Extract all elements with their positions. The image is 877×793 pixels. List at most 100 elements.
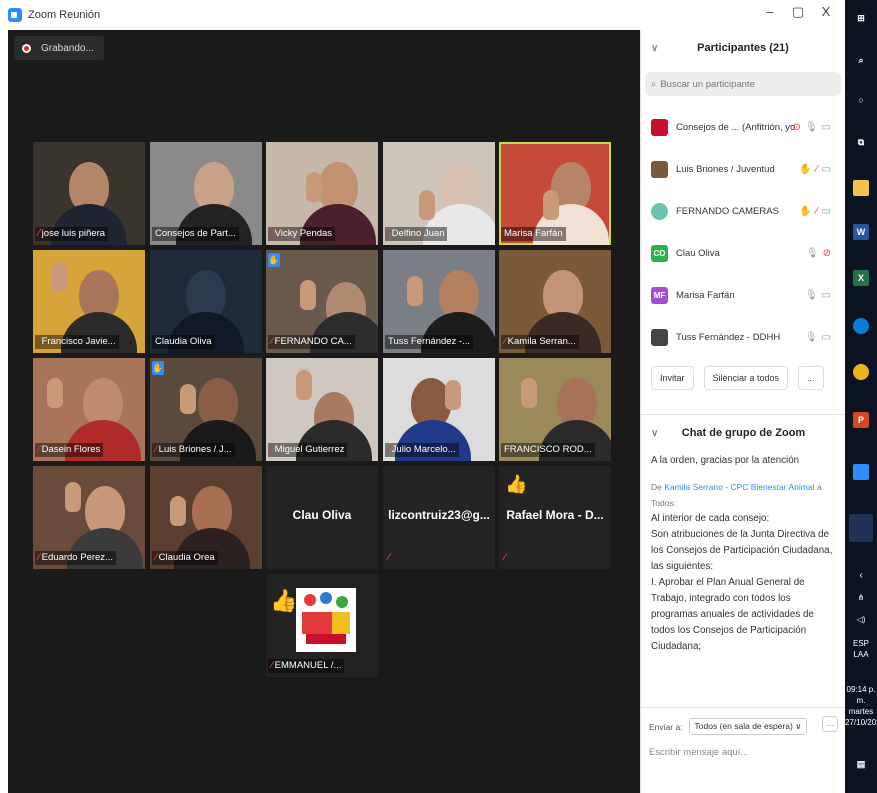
search-icon[interactable]: ⌕ <box>853 52 869 68</box>
mic-muted-icon: ⁄ <box>155 444 157 455</box>
mic-muted-icon[interactable]: ⁄ <box>816 206 818 217</box>
video-icon[interactable]: ▭ <box>822 290 831 301</box>
send-to-label: Enviar a: <box>649 721 683 732</box>
chevron-down-icon[interactable]: ∨ <box>651 43 658 54</box>
video-tile[interactable]: ⁄ Delfino Juan <box>383 142 495 245</box>
video-tile-active-speaker[interactable]: Marisa Farfán <box>499 142 611 245</box>
mic-muted-icon: ⁄ <box>271 444 273 455</box>
participants-panel: ∨ Participantes (21) ⌕ Buscar un partici… <box>640 30 846 793</box>
participants-title: Participantes (21) <box>697 42 789 54</box>
video-tile[interactable]: ⁄ Julio Marcelo... <box>383 358 495 461</box>
participant-list: Consejos de ... (Anfitrión, yo) ⊙ 🎙︎ ▭ Lui… <box>641 106 845 358</box>
chat-message: Al interior de cada consejo: Son atribuc… <box>651 513 833 652</box>
zoom-active-icon[interactable] <box>849 514 873 542</box>
invite-button[interactable]: Invitar <box>651 366 694 390</box>
more-icon[interactable]: … <box>822 716 838 732</box>
video-tile[interactable]: ⁄ Miguel Gutierrez <box>266 358 378 461</box>
mic-muted-icon[interactable]: ⁄ <box>816 164 818 175</box>
task-view-icon[interactable]: ⧉ <box>853 134 869 150</box>
thumbs-up-icon: 👍 <box>505 474 528 494</box>
participant-row[interactable]: Tuss Fernández - DDHH 🎙︎ ▭ <box>641 316 845 358</box>
excel-icon[interactable]: X <box>853 270 869 286</box>
raised-hand-icon: ✋ <box>799 205 812 217</box>
mic-icon[interactable]: 🎙︎ <box>805 332 818 343</box>
video-off-icon[interactable]: ⊘ <box>823 248 831 259</box>
volume-icon[interactable]: ◁) <box>845 614 877 625</box>
mic-icon[interactable]: 🎙︎ <box>805 122 818 133</box>
participant-name: Marisa Farfán <box>676 289 735 301</box>
video-tile-camera-off[interactable]: 👍 Rafael Mora - D... ⁄ <box>499 466 611 569</box>
mic-icon[interactable]: 🎙︎ <box>806 248 819 259</box>
participant-search-input[interactable]: ⌕ Buscar un participante <box>645 72 841 96</box>
chat-message-input[interactable]: Escribir mensaje aquí... <box>649 747 838 758</box>
video-tile[interactable]: Tuss Fernández -... <box>383 250 495 353</box>
cortana-icon[interactable]: ○ <box>853 92 869 108</box>
chevron-left-icon[interactable]: ‹ <box>845 570 877 581</box>
notifications-icon[interactable]: ▤ <box>853 756 869 772</box>
mic-muted-icon: ⁄ <box>388 444 390 455</box>
more-options-button[interactable]: ... <box>798 366 824 390</box>
minimize-button[interactable]: – <box>760 4 780 19</box>
avatar: CO <box>651 244 668 262</box>
participant-row[interactable]: MF Marisa Farfán 🎙︎ ▭ <box>641 274 845 316</box>
chat-header: ∨ Chat de grupo de Zoom <box>641 415 846 451</box>
network-icon[interactable]: ⋔ <box>845 592 877 603</box>
video-tile[interactable]: 👍 ⁄ EMMANUEL /... <box>266 574 378 677</box>
language-indicator[interactable]: ESP LAA <box>845 638 877 660</box>
video-tile[interactable]: FRANCISCO ROD... <box>499 358 611 461</box>
tile-name: ⁄ Luis Briones / J... <box>152 443 235 457</box>
restore-button[interactable]: ▢ <box>788 4 808 20</box>
chat-messages: A la orden, gracias por la atención De K… <box>641 451 846 657</box>
participant-name: Tuss Fernández - DDHH <box>676 331 781 343</box>
mic-muted-icon: ⁄ <box>155 552 157 563</box>
file-explorer-icon[interactable] <box>853 180 869 196</box>
participant-row[interactable]: Consejos de ... (Anfitrión, yo) ⊙ 🎙︎ ▭ <box>641 106 845 148</box>
video-tile[interactable]: ✋ ⁄ Luis Briones / J... <box>150 358 262 461</box>
chevron-down-icon[interactable]: ∨ <box>651 428 658 439</box>
participant-row[interactable]: FERNANDO CAMERAS ✋ ⁄ ▭ <box>641 190 845 232</box>
video-tile[interactable]: ⁄ Eduardo Perez... <box>33 466 145 569</box>
video-tile[interactable]: ⁄ Vicky Pendas <box>266 142 378 245</box>
send-to-dropdown[interactable]: Todos (en sala de espera) ∨ <box>688 718 808 735</box>
participant-row[interactable]: Luis Briones / Juventud ✋ ⁄ ▭ <box>641 148 845 190</box>
close-button[interactable]: X <box>816 4 836 19</box>
tile-name: Consejos de Part... <box>152 227 239 241</box>
mic-muted-icon: ⁄ <box>38 228 40 239</box>
powerpoint-icon[interactable]: P <box>853 412 869 428</box>
chrome-icon[interactable] <box>853 364 869 380</box>
raised-hand-icon: ✋ <box>799 163 812 175</box>
video-tile-camera-off[interactable]: Clau Oliva <box>266 466 378 569</box>
zoom-icon[interactable] <box>853 464 869 480</box>
recording-label: Grabando... <box>41 42 94 54</box>
video-tile[interactable]: ⁄ Kamila Serran... <box>499 250 611 353</box>
edge-icon[interactable] <box>853 318 869 334</box>
video-tile[interactable]: ⁄ jose luis piñera <box>33 142 145 245</box>
raised-hand-icon: ✋ <box>152 361 164 375</box>
video-tile[interactable]: ⁄ Dasein Flores <box>33 358 145 461</box>
video-icon[interactable]: ▭ <box>822 206 831 217</box>
mute-all-button[interactable]: Silenciar a todos <box>703 366 789 390</box>
video-tile-camera-off[interactable]: lizcontruiz23@g... ⁄ <box>383 466 495 569</box>
thumbs-up-icon: 👍 <box>270 588 298 613</box>
mic-muted-icon: ⁄ <box>38 444 40 455</box>
word-icon[interactable]: W <box>853 224 869 240</box>
clock[interactable]: 09:14 p. m.martes27/10/2020 <box>845 684 877 728</box>
tile-name: ⁄ Claudia Orea <box>152 551 218 565</box>
video-tile[interactable]: ⁄ Claudia Orea <box>150 466 262 569</box>
zoom-window: Zoom Reunión – ▢ X Grabando... ⁄ jose lui… <box>0 0 877 793</box>
video-tile[interactable]: ✋ ⁄ FERNANDO CA... <box>266 250 378 353</box>
participant-row[interactable]: CO Clau Oliva 🎙︎ ⊘ <box>641 232 845 274</box>
avatar <box>651 328 668 346</box>
windows-start-icon[interactable]: ⊞ <box>853 10 869 26</box>
video-icon[interactable]: ▭ <box>822 332 831 343</box>
video-tile[interactable]: ⁄ Francisco Javie... <box>33 250 145 353</box>
participant-name: FERNANDO CAMERAS <box>676 205 779 217</box>
video-icon[interactable]: ▭ <box>822 122 831 133</box>
tile-name: Marisa Farfán <box>501 227 566 241</box>
video-tile[interactable]: Consejos de Part... <box>150 142 262 245</box>
video-tile[interactable]: Claudia Oliva <box>150 250 262 353</box>
recording-indicator[interactable]: Grabando... <box>14 36 104 60</box>
mic-muted-icon: ⁄ <box>271 336 273 347</box>
mic-icon[interactable]: 🎙︎ <box>805 290 818 301</box>
video-icon[interactable]: ▭ <box>822 164 831 175</box>
